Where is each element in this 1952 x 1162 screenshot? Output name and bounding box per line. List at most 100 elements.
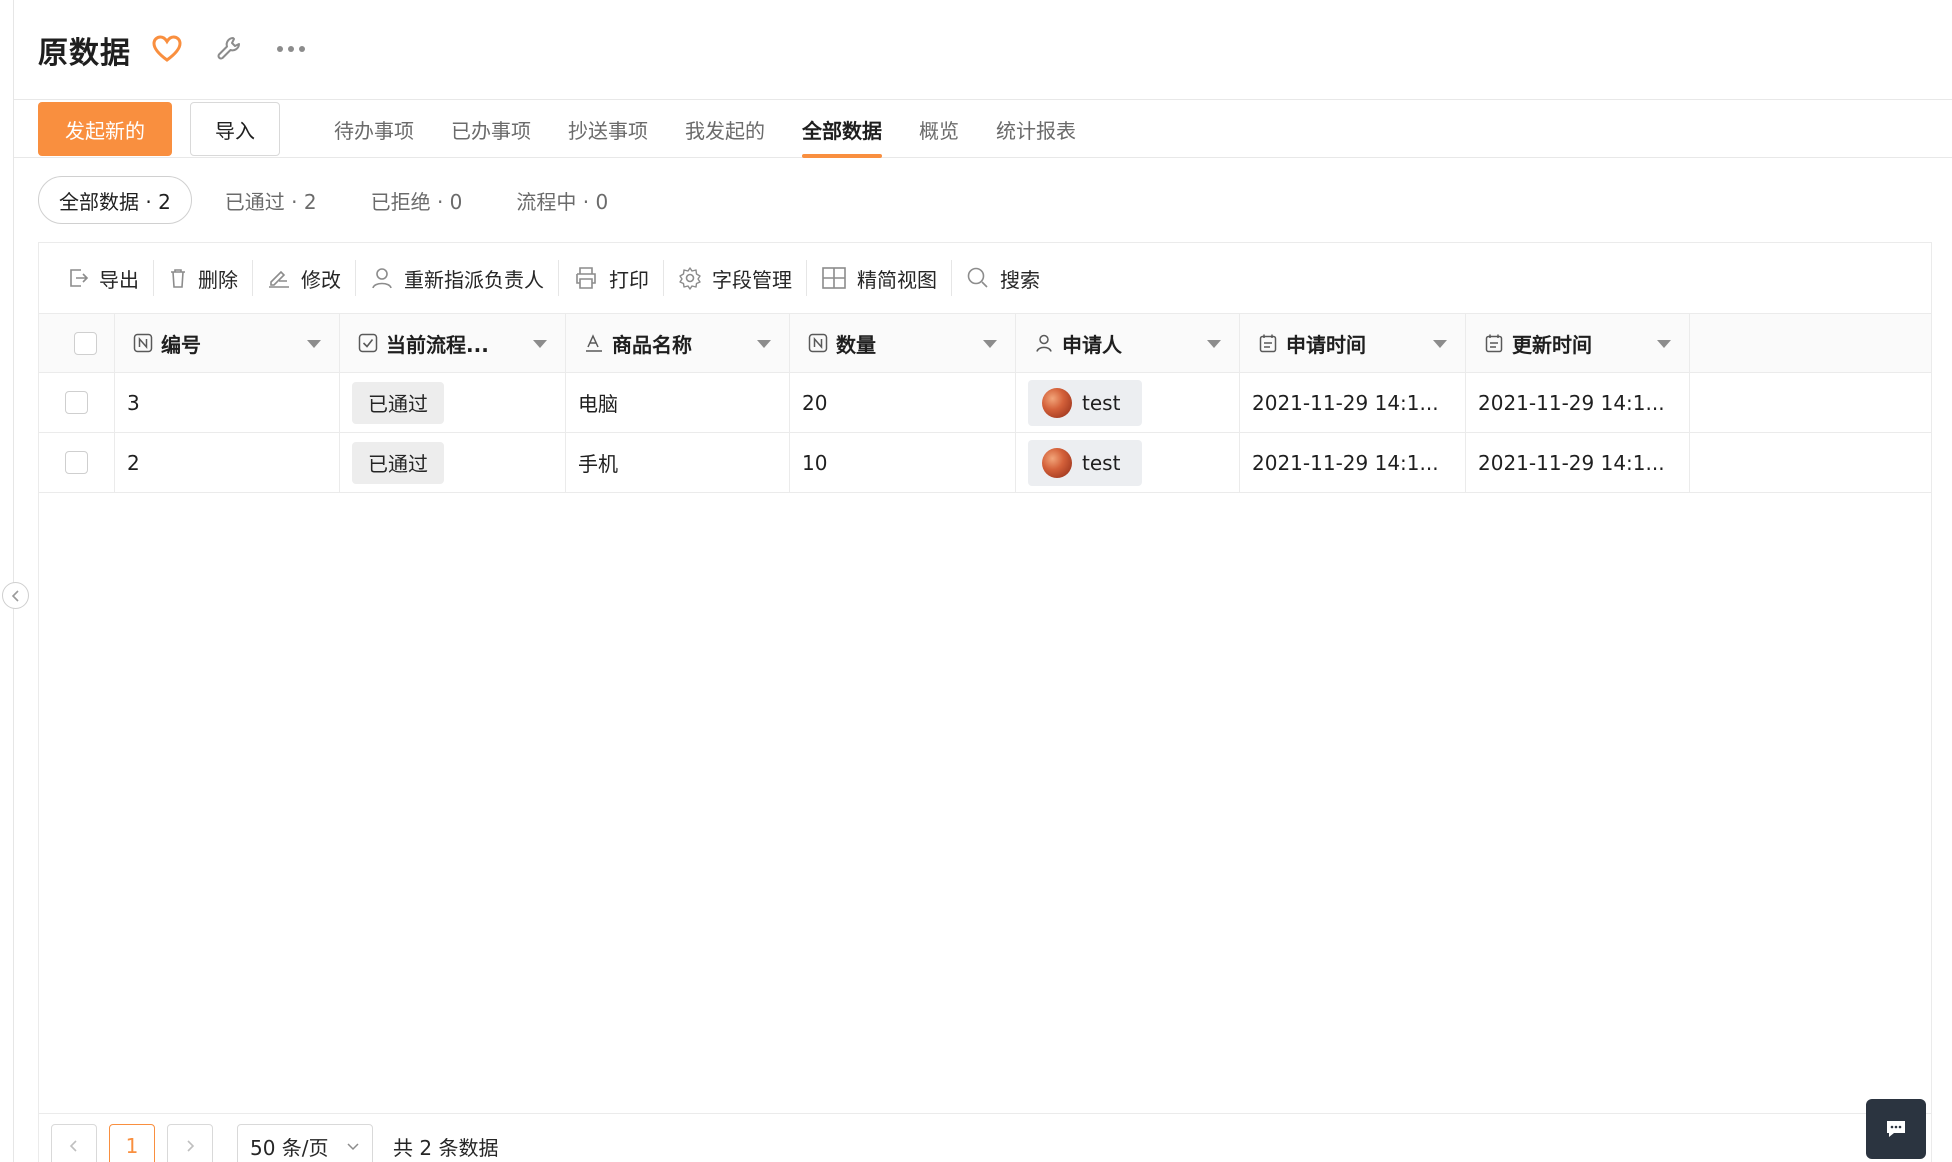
data-panel: 导出 删除 修改 重新指派负责人 打印 字段管理 精简视图 搜索 编号 当前流程…: [38, 242, 1932, 1162]
user-tag[interactable]: test: [1028, 379, 1143, 426]
printer-icon: [576, 267, 596, 289]
app-root: 原数据 发起新的 导入 待办事项 已办事项 抄送事项 我发起的 全部数据 概览: [0, 0, 1952, 1162]
tab-cc[interactable]: 抄送事项: [568, 100, 648, 158]
settings-button[interactable]: [212, 32, 246, 66]
column-header-applied-at[interactable]: 申请时间: [1240, 314, 1466, 372]
caret-down-icon[interactable]: [1657, 340, 1671, 348]
caret-down-icon[interactable]: [307, 340, 321, 348]
chat-button[interactable]: [1866, 1099, 1926, 1159]
page-size-value: 50 条/页: [250, 1135, 329, 1160]
field-manage-button[interactable]: 字段管理: [664, 258, 806, 298]
field-manage-label: 字段管理: [712, 267, 792, 292]
cell-applied-at: 2021-11-29 14:1...: [1240, 373, 1466, 432]
chevron-left-icon: [69, 1140, 77, 1152]
table-row[interactable]: 3 已通过 电脑 20 test 2021-11-29 14:1... 2021…: [39, 373, 1931, 433]
tab-todo[interactable]: 待办事项: [334, 100, 414, 158]
column-label: 商品名称: [612, 332, 692, 357]
export-icon: [70, 269, 89, 287]
cell-quantity: 10: [790, 433, 1016, 492]
checkbox-field-icon: [358, 333, 378, 353]
reassign-button[interactable]: 重新指派负责人: [356, 258, 558, 298]
column-label: 更新时间: [1512, 332, 1592, 357]
header-select-cell: [39, 314, 115, 372]
row-checkbox[interactable]: [65, 451, 88, 474]
search-label: 搜索: [1000, 267, 1040, 292]
reassign-label: 重新指派负责人: [404, 267, 544, 292]
filter-all[interactable]: 全部数据 · 2: [38, 176, 192, 224]
import-button[interactable]: 导入: [190, 102, 280, 156]
tab-done[interactable]: 已办事项: [451, 100, 531, 158]
chevron-right-icon: [187, 1140, 195, 1152]
column-header-status[interactable]: 当前流程...: [340, 314, 566, 372]
user-name: test: [1082, 450, 1121, 475]
next-page-button[interactable]: [167, 1124, 213, 1162]
text-field-icon: [586, 334, 602, 352]
page-size-select[interactable]: 50 条/页: [237, 1124, 373, 1162]
column-header-applicant[interactable]: 申请人: [1016, 314, 1240, 372]
table-row[interactable]: 2 已通过 手机 10 test 2021-11-29 14:1... 2021…: [39, 433, 1931, 493]
row-checkbox[interactable]: [65, 391, 88, 414]
filter-approved[interactable]: 已通过 · 2: [204, 176, 338, 224]
filter-row: 全部数据 · 2 已通过 · 2 已拒绝 · 0 流程中 · 0: [38, 176, 641, 224]
tab-all-data[interactable]: 全部数据: [802, 100, 882, 158]
date-field-icon: [1485, 334, 1503, 353]
caret-down-icon[interactable]: [533, 340, 547, 348]
filter-in-progress[interactable]: 流程中 · 0: [495, 176, 629, 224]
chevron-down-icon: [347, 1143, 359, 1151]
user-tag[interactable]: test: [1028, 439, 1143, 486]
caret-down-icon[interactable]: [1433, 340, 1447, 348]
status-badge: 已通过: [352, 441, 444, 484]
export-button[interactable]: 导出: [53, 258, 153, 298]
cell-applicant: test: [1016, 433, 1240, 492]
edit-button[interactable]: 修改: [253, 258, 355, 298]
favorite-button[interactable]: [150, 32, 184, 66]
page-title: 原数据: [38, 36, 131, 71]
tab-initiated[interactable]: 我发起的: [685, 100, 765, 158]
export-label: 导出: [99, 267, 139, 292]
number-field-icon: [133, 333, 153, 353]
more-button[interactable]: [274, 32, 308, 66]
applied-at-text: 2021-11-29 14:1...: [1252, 450, 1439, 475]
gear-icon: [679, 267, 701, 290]
tab-list: 待办事项 已办事项 抄送事项 我发起的 全部数据 概览 统计报表: [334, 100, 1113, 158]
search-button[interactable]: 搜索: [952, 258, 1054, 298]
user-name: test: [1082, 390, 1121, 415]
compact-view-button[interactable]: 精简视图: [807, 258, 951, 298]
collapse-sidebar-button[interactable]: [2, 582, 29, 609]
cell-product: 手机: [566, 433, 790, 492]
page-1-button[interactable]: 1: [109, 1124, 155, 1162]
select-all-checkbox[interactable]: [74, 331, 97, 355]
header-filler-cell: [1690, 314, 1931, 372]
nav-bar: 发起新的 导入 待办事项 已办事项 抄送事项 我发起的 全部数据 概览 统计报表: [14, 100, 1952, 158]
compact-view-label: 精简视图: [857, 267, 937, 292]
total-count: 共 2 条数据: [393, 1135, 499, 1160]
delete-label: 删除: [198, 267, 238, 292]
cell-product: 电脑: [566, 373, 790, 432]
cell-updated-at: 2021-11-29 14:1...: [1466, 433, 1690, 492]
column-header-updated-at[interactable]: 更新时间: [1466, 314, 1690, 372]
caret-down-icon[interactable]: [757, 340, 771, 348]
column-header-quantity[interactable]: 数量: [790, 314, 1016, 372]
caret-down-icon[interactable]: [1207, 340, 1221, 348]
grid-icon: [822, 267, 846, 289]
user-field-icon: [1036, 334, 1052, 352]
column-header-product[interactable]: 商品名称: [566, 314, 790, 372]
table-header-row: 编号 当前流程... 商品名称 数量 申请人 申请时间 更新时间: [39, 314, 1931, 373]
caret-down-icon[interactable]: [983, 340, 997, 348]
prev-page-button[interactable]: [51, 1124, 97, 1162]
cell-id: 2: [115, 433, 340, 492]
create-new-button[interactable]: 发起新的: [38, 102, 172, 156]
column-label: 申请人: [1062, 332, 1122, 357]
column-label: 当前流程...: [386, 332, 489, 357]
column-header-id[interactable]: 编号: [115, 314, 340, 372]
filter-rejected[interactable]: 已拒绝 · 0: [350, 176, 484, 224]
avatar: [1042, 447, 1072, 478]
row-filler-cell: [1690, 433, 1931, 492]
more-dots-icon: [277, 46, 305, 52]
tab-reports[interactable]: 统计报表: [996, 100, 1076, 158]
delete-button[interactable]: 删除: [154, 258, 252, 298]
tab-overview[interactable]: 概览: [919, 100, 959, 158]
print-button[interactable]: 打印: [559, 258, 663, 298]
search-icon: [967, 267, 988, 288]
edit-icon: [269, 270, 289, 288]
